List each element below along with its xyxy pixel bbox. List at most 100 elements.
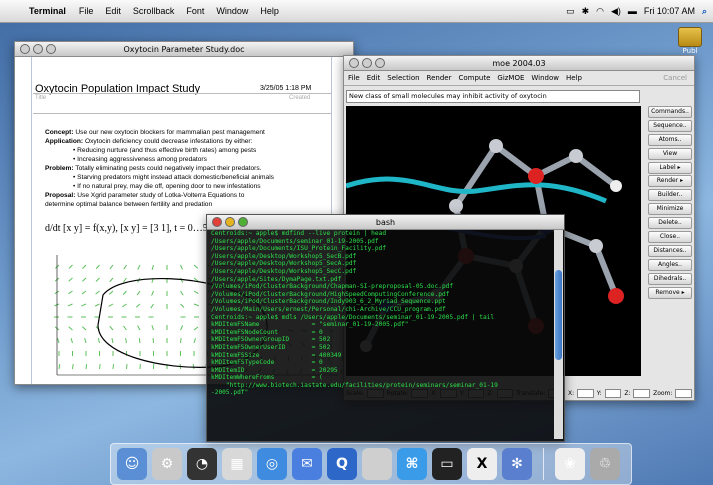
command-line-field[interactable]: New class of small molecules may inhibit… [346, 90, 640, 103]
moe-button[interactable]: Minimize [648, 203, 692, 216]
text-line: Concept: Use our new oxytocin blockers f… [45, 128, 340, 137]
dock-preview-icon[interactable]: ❀ [555, 448, 585, 480]
moe-button[interactable]: Delete.. [648, 217, 692, 230]
dock-ical-icon[interactable]: ▦ [222, 448, 252, 480]
zoom-button[interactable] [46, 44, 56, 54]
moe-title-bar[interactable]: moe 2004.03 [344, 56, 694, 71]
drive-icon [678, 27, 702, 47]
menu-help[interactable]: Help [260, 6, 279, 16]
menu-edit[interactable]: Edit [105, 6, 121, 16]
moe-menu-file[interactable]: File [348, 74, 360, 82]
status-field[interactable] [604, 388, 622, 398]
cancel-button[interactable]: Cancel [663, 74, 687, 82]
moe-menu-edit[interactable]: Edit [367, 74, 381, 82]
moe-button[interactable]: Angles.. [648, 258, 692, 271]
text-line: Application: Oxytocin deficiency could d… [45, 137, 340, 146]
moe-menu-compute[interactable]: Compute [458, 74, 490, 82]
moe-button[interactable]: Render ▸ [648, 175, 692, 188]
volume-icon[interactable]: ◀) [611, 6, 621, 17]
battery-icon[interactable]: ▬ [628, 6, 637, 16]
dock-terminal-icon[interactable]: ▭ [432, 448, 462, 480]
moe-menu-help[interactable]: Help [566, 74, 582, 82]
display-icon[interactable]: ▭ [566, 6, 575, 17]
app-menu[interactable]: Terminal [29, 6, 66, 16]
menu-font[interactable]: Font [186, 6, 204, 16]
terminal-window: bash Centroids:~ apple$ mdfind --live pr… [206, 214, 565, 442]
document-title: Oxytocin Parameter Study.doc [123, 44, 245, 54]
dock-xgrid-icon[interactable]: ✻ [502, 448, 532, 480]
moe-button[interactable]: Close.. [648, 231, 692, 244]
status-field[interactable] [675, 388, 693, 398]
status-field[interactable] [577, 388, 594, 398]
close-button[interactable] [212, 217, 222, 227]
menu-scrollback[interactable]: Scrollback [133, 6, 175, 16]
document-date: 3/25/05 1:18 PM [260, 85, 312, 92]
terminal-line: kMDItemFSOwnerUserID = 502 [211, 343, 331, 351]
dock-apple-icon[interactable] [362, 448, 392, 480]
zoom-button[interactable] [375, 58, 385, 68]
dock-quicktime-icon[interactable]: Q [327, 448, 357, 480]
minimize-button[interactable] [362, 58, 372, 68]
terminal-line: Centroids:~ apple$ mdfind --live protein… [211, 230, 387, 237]
dock-safari-icon[interactable]: ◎ [257, 448, 287, 480]
moe-button[interactable]: View [648, 147, 692, 160]
bluetooth-icon[interactable]: ✱ [582, 6, 590, 17]
document-title-bar[interactable]: Oxytocin Parameter Study.doc [15, 42, 353, 57]
divider [33, 93, 331, 94]
dock-x11-icon[interactable]: X [467, 448, 497, 480]
minimize-button[interactable] [33, 44, 43, 54]
terminal-title-bar[interactable]: bash [207, 215, 564, 230]
hard-drive-desktop-icon[interactable]: Publ [673, 27, 707, 57]
terminal-title: bash [375, 217, 396, 227]
moe-button[interactable]: Label ▸ [648, 161, 692, 174]
dock-automator-icon[interactable]: ⚙ [152, 448, 182, 480]
menu-file[interactable]: File [79, 6, 94, 16]
line-text: Oxytocin deficiency could decrease infes… [83, 138, 253, 145]
menu-clock[interactable]: Fri 10:07 AM [644, 6, 695, 16]
menu-window[interactable]: Window [216, 6, 248, 16]
moe-button[interactable]: Atoms.. [648, 133, 692, 146]
close-button[interactable] [20, 44, 30, 54]
line-label: Concept: [45, 129, 74, 136]
zoom-button[interactable] [238, 217, 248, 227]
moe-button[interactable]: Sequence.. [648, 119, 692, 132]
moe-button[interactable]: Commands.. [648, 106, 692, 118]
scroll-thumb[interactable] [555, 270, 562, 360]
terminal-line: kMDItemFSName = "seminar_01-19-2005.pdf" [211, 321, 409, 329]
wifi-icon[interactable]: ◠ [596, 6, 604, 17]
window-controls [349, 58, 385, 68]
window-controls [20, 44, 56, 54]
terminal-line: "http://www.biotech.iastate.edu/faciliti… [211, 381, 498, 389]
terminal-output[interactable]: Centroids:~ apple$ mdfind --live protein… [211, 230, 552, 439]
moe-button[interactable]: Builder.. [648, 189, 692, 202]
moe-button[interactable]: Dihedrals.. [648, 272, 692, 285]
moe-button-panel: Commands.. Sequence.. Atoms.. View Label ▸ Re… [648, 106, 692, 300]
document-text: Concept: Use our new oxytocin blockers f… [45, 128, 340, 209]
dock-separator [543, 448, 544, 480]
dock-xcode-icon[interactable]: ⌘ [397, 448, 427, 480]
moe-menu-window[interactable]: Window [531, 74, 559, 82]
terminal-scrollbar[interactable] [554, 230, 563, 439]
status-field[interactable] [633, 388, 651, 398]
minimize-button[interactable] [225, 217, 235, 227]
left-margin-guide [31, 57, 32, 384]
dock-finder-icon[interactable]: ☺ [117, 448, 147, 480]
moe-menu-render[interactable]: Render [427, 74, 452, 82]
line-text: Use our new oxytocin blockers for mammal… [73, 129, 265, 136]
dock-ichat-icon[interactable]: ✉ [292, 448, 322, 480]
moe-button[interactable]: Remove ▸ [648, 286, 692, 299]
terminal-line: kMDItemID = 20295 [211, 366, 338, 374]
status-label: X: [568, 389, 575, 397]
close-button[interactable] [349, 58, 359, 68]
line-text: If no natural prey, may die off, opening… [77, 183, 261, 190]
date-caption: Created [289, 95, 311, 101]
bullet-line: • Increasing aggressiveness among predat… [45, 155, 340, 164]
moe-menu-gizmoe[interactable]: GizMOE [497, 74, 524, 82]
dock-dashboard-icon[interactable]: ◔ [187, 448, 217, 480]
dock-trash-icon[interactable]: ♲ [590, 448, 620, 480]
moe-title: moe 2004.03 [492, 58, 546, 68]
spotlight-icon[interactable]: ⌕ [702, 6, 707, 17]
moe-button[interactable]: Distances.. [648, 244, 692, 257]
text-line: Problem: Totally eliminating pests could… [45, 164, 340, 173]
moe-menu-selection[interactable]: Selection [387, 74, 419, 82]
